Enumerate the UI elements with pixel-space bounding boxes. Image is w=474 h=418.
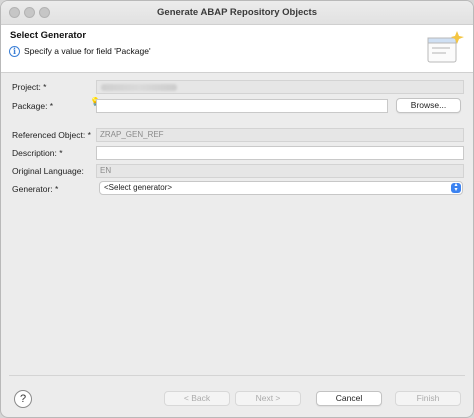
window-title: Generate ABAP Repository Objects	[157, 7, 317, 18]
title-bar: Generate ABAP Repository Objects	[1, 1, 473, 25]
project-value-redacted	[101, 84, 177, 91]
finish-button[interactable]: Finish	[395, 391, 461, 406]
help-button[interactable]: ?	[14, 390, 32, 408]
wizard-banner-icon	[427, 31, 464, 63]
browse-button[interactable]: Browse...	[396, 98, 461, 113]
referenced-object-label: Referenced Object: *	[12, 130, 91, 140]
original-language-label: Original Language:	[12, 166, 84, 176]
generator-label: Generator: *	[12, 184, 59, 194]
wizard-header: Select Generator i Specify a value for f…	[1, 25, 473, 73]
description-input[interactable]	[96, 146, 464, 160]
wizard-dialog: Generate ABAP Repository Objects Select …	[0, 0, 474, 418]
wizard-footer: ? < Back Next > Cancel Finish	[1, 379, 473, 417]
header-message: Specify a value for field 'Package'	[24, 46, 151, 56]
wizard-form: Project: * Package: * 💡 Browse... Refere…	[1, 74, 473, 366]
select-stepper-icon: ▴ ▾	[451, 182, 461, 193]
generator-select[interactable]: <Select generator> ▴ ▾	[99, 181, 463, 195]
footer-divider	[9, 375, 465, 376]
package-label: Package: *	[12, 101, 54, 111]
page-title: Select Generator	[10, 30, 87, 41]
project-label: Project: *	[12, 82, 47, 92]
project-field	[96, 80, 464, 94]
original-language-field: EN	[96, 164, 464, 178]
cancel-button[interactable]: Cancel	[316, 391, 382, 406]
info-icon: i	[9, 46, 20, 57]
description-label: Description: *	[12, 148, 63, 158]
package-input[interactable]	[96, 99, 388, 113]
next-button[interactable]: Next >	[235, 391, 301, 406]
referenced-object-field: ZRAP_GEN_REF	[96, 128, 464, 142]
generator-select-value: <Select generator>	[104, 183, 173, 192]
back-button[interactable]: < Back	[164, 391, 230, 406]
